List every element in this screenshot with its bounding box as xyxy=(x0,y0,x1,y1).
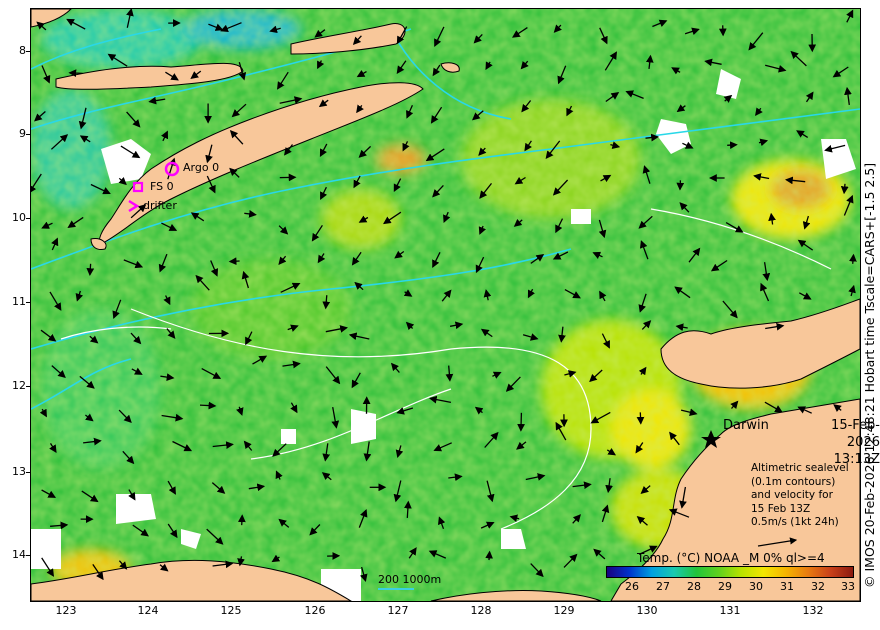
velocity-arrow-icon xyxy=(199,401,217,410)
lat-tick: 14 xyxy=(12,548,26,561)
velocity-arrow-icon xyxy=(68,69,83,77)
info-line: 0.5m/s (1kt 24h) xyxy=(751,516,839,528)
info-line: (0.1m contours) xyxy=(751,475,836,488)
colorbar-tick: 31 xyxy=(780,580,794,593)
lon-tick: 123 xyxy=(55,604,77,617)
info-line: and velocity for xyxy=(751,489,833,501)
colorbar xyxy=(606,566,854,578)
velocity-arrow-icon xyxy=(86,263,95,276)
lon-tick: 128 xyxy=(470,604,492,617)
lat-tick: 9 xyxy=(19,127,26,140)
lat-tick: 10 xyxy=(12,211,26,224)
velocity-arrow-icon xyxy=(237,514,246,526)
velocity-arrow-icon xyxy=(727,141,738,150)
lon-tick: 129 xyxy=(553,604,575,617)
lon-tick: 125 xyxy=(220,604,242,617)
velocity-arrow-icon xyxy=(636,412,645,425)
argo-label: Argo 0 xyxy=(183,161,220,174)
map-canvas xyxy=(31,9,860,601)
lon-tick: 127 xyxy=(387,604,409,617)
colorbar-tick: 33 xyxy=(841,580,855,593)
lon-tick: 130 xyxy=(636,604,658,617)
info-line: 15 Feb 13Z xyxy=(751,502,811,515)
drifter-label: drifter xyxy=(143,199,177,212)
velocity-arrow-icon xyxy=(840,183,849,195)
colorbar-tick: 30 xyxy=(749,580,763,593)
depth-scale-label: 200 1000m xyxy=(378,573,442,586)
lon-tick: 126 xyxy=(304,604,326,617)
colorbar-tick: 26 xyxy=(625,580,639,593)
colorbar-tick: 28 xyxy=(687,580,701,593)
credit-text: © IMOS 20-Feb-2026 12:48:21 Hobart time … xyxy=(862,162,877,588)
colorbar-tick: 29 xyxy=(718,580,732,593)
lat-tick: 12 xyxy=(12,379,26,392)
fs-label: FS 0 xyxy=(150,180,174,193)
lat-tick: 11 xyxy=(12,295,26,308)
colorbar-tick: 32 xyxy=(811,580,825,593)
velocity-arrow-icon xyxy=(228,257,240,266)
lon-tick: 124 xyxy=(137,604,159,617)
velocity-arrow-icon xyxy=(849,253,857,264)
velocity-arrow-icon xyxy=(517,412,525,432)
velocity-arrow-icon xyxy=(485,550,494,561)
info-line: Altimetric sealevel xyxy=(751,462,849,474)
sst-map[interactable] xyxy=(30,8,861,602)
colorbar-tick: 27 xyxy=(656,580,670,593)
lat-tick: 13 xyxy=(12,465,26,478)
lon-tick: 132 xyxy=(802,604,824,617)
depth-scale-line xyxy=(378,588,414,590)
lon-tick: 131 xyxy=(719,604,741,617)
lat-tick: 8 xyxy=(19,44,26,57)
colorbar-title: Temp. (°C) NOAA _M 0% ql>=4 xyxy=(637,551,825,565)
info-box: Altimetric sealevel (0.1m contours) and … xyxy=(751,462,849,530)
